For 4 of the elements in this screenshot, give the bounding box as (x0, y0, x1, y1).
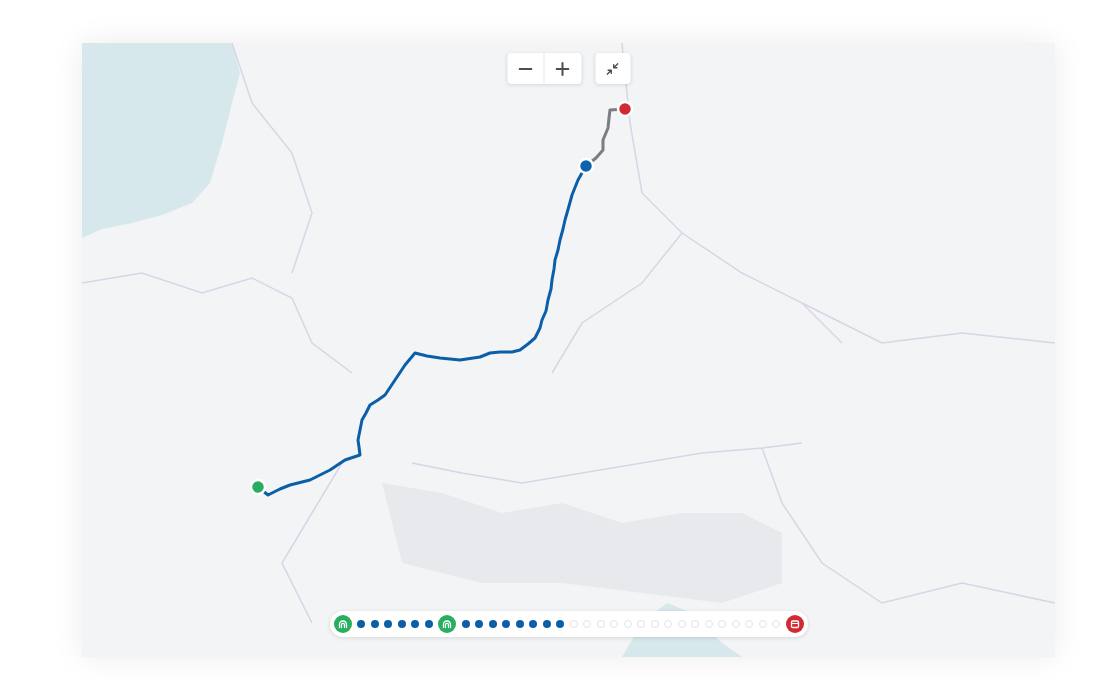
collapse-button[interactable] (595, 53, 630, 84)
plus-icon (555, 61, 570, 76)
minus-icon (518, 67, 532, 70)
minimize-icon (606, 62, 619, 75)
